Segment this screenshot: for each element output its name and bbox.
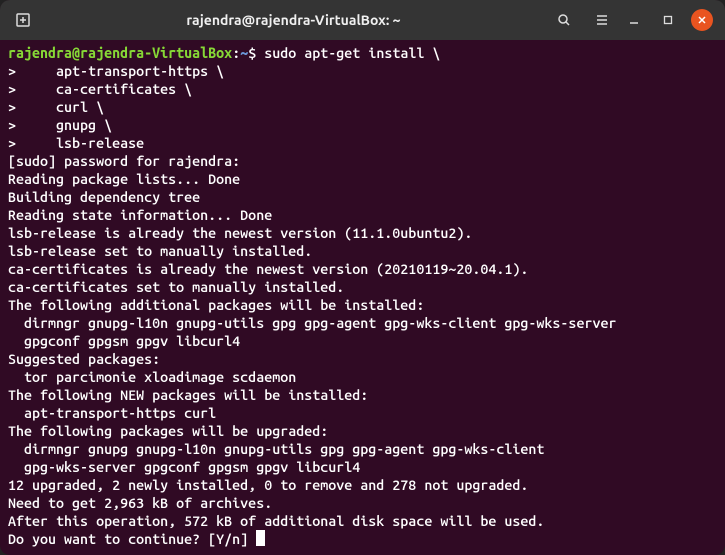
maximize-button[interactable] <box>657 9 679 31</box>
terminal-content[interactable]: rajendra@rajendra-VirtualBox:~$ sudo apt… <box>0 40 725 555</box>
out-13: The following NEW packages will be insta… <box>8 387 368 403</box>
window-title: rajendra@rajendra-VirtualBox: ~ <box>44 12 543 28</box>
cmd-line-4: > gnupg \ <box>8 117 112 133</box>
out-11: Suggested packages: <box>8 351 160 367</box>
cmd-line-3: > curl \ <box>8 99 104 115</box>
out-19: Need to get 2,963 kB of archives. <box>8 495 272 511</box>
maximize-icon <box>663 15 673 25</box>
cmd-line-5: > lsb-release <box>8 135 144 151</box>
out-4: lsb-release is already the newest versio… <box>8 225 472 241</box>
out-17: gpg-wks-server gpgconf gpgsm gpgv libcur… <box>8 459 360 475</box>
window-controls <box>623 9 719 31</box>
close-icon <box>697 15 707 25</box>
out-5: lsb-release set to manually installed. <box>8 243 312 259</box>
out-7: ca-certificates set to manually installe… <box>8 279 344 295</box>
out-0: [sudo] password for rajendra: <box>8 153 240 169</box>
cmd-line-0: sudo apt-get install \ <box>264 45 440 61</box>
menu-button[interactable] <box>585 5 619 35</box>
out-12: tor parcimonie xloadimage scdaemon <box>8 369 296 385</box>
terminal-window: rajendra@rajendra-VirtualBox: ~ <box>0 0 725 555</box>
cursor <box>256 530 265 546</box>
out-9: dirmngr gnupg-l10n gnupg-utils gpg gpg-a… <box>8 315 616 331</box>
close-button[interactable] <box>691 9 713 31</box>
new-tab-button[interactable] <box>6 5 40 35</box>
out-2: Building dependency tree <box>8 189 200 205</box>
minimize-icon <box>629 15 639 25</box>
hamburger-icon <box>594 12 610 28</box>
out-18: 12 upgraded, 2 newly installed, 0 to rem… <box>8 477 528 493</box>
out-6: ca-certificates is already the newest ve… <box>8 261 528 277</box>
search-button[interactable] <box>547 5 581 35</box>
minimize-button[interactable] <box>623 9 645 31</box>
out-20: After this operation, 572 kB of addition… <box>8 513 544 529</box>
out-16: dirmngr gnupg gnupg-l10n gnupg-utils gpg… <box>8 441 544 457</box>
out-21: Do you want to continue? [Y/n] <box>8 531 256 547</box>
prompt-user-host: rajendra@rajendra-VirtualBox <box>8 45 232 61</box>
out-8: The following additional packages will b… <box>8 297 424 313</box>
out-15: The following packages will be upgraded: <box>8 423 328 439</box>
out-3: Reading state information... Done <box>8 207 272 223</box>
new-tab-icon <box>15 12 31 28</box>
prompt-dollar: $ <box>248 45 264 61</box>
out-10: gpgconf gpgsm gpgv libcurl4 <box>8 333 240 349</box>
out-1: Reading package lists... Done <box>8 171 240 187</box>
cmd-line-1: > apt-transport-https \ <box>8 63 224 79</box>
prompt-colon: : <box>232 45 240 61</box>
search-icon <box>556 12 572 28</box>
titlebar: rajendra@rajendra-VirtualBox: ~ <box>0 0 725 40</box>
cmd-line-2: > ca-certificates \ <box>8 81 192 97</box>
out-14: apt-transport-https curl <box>8 405 216 421</box>
